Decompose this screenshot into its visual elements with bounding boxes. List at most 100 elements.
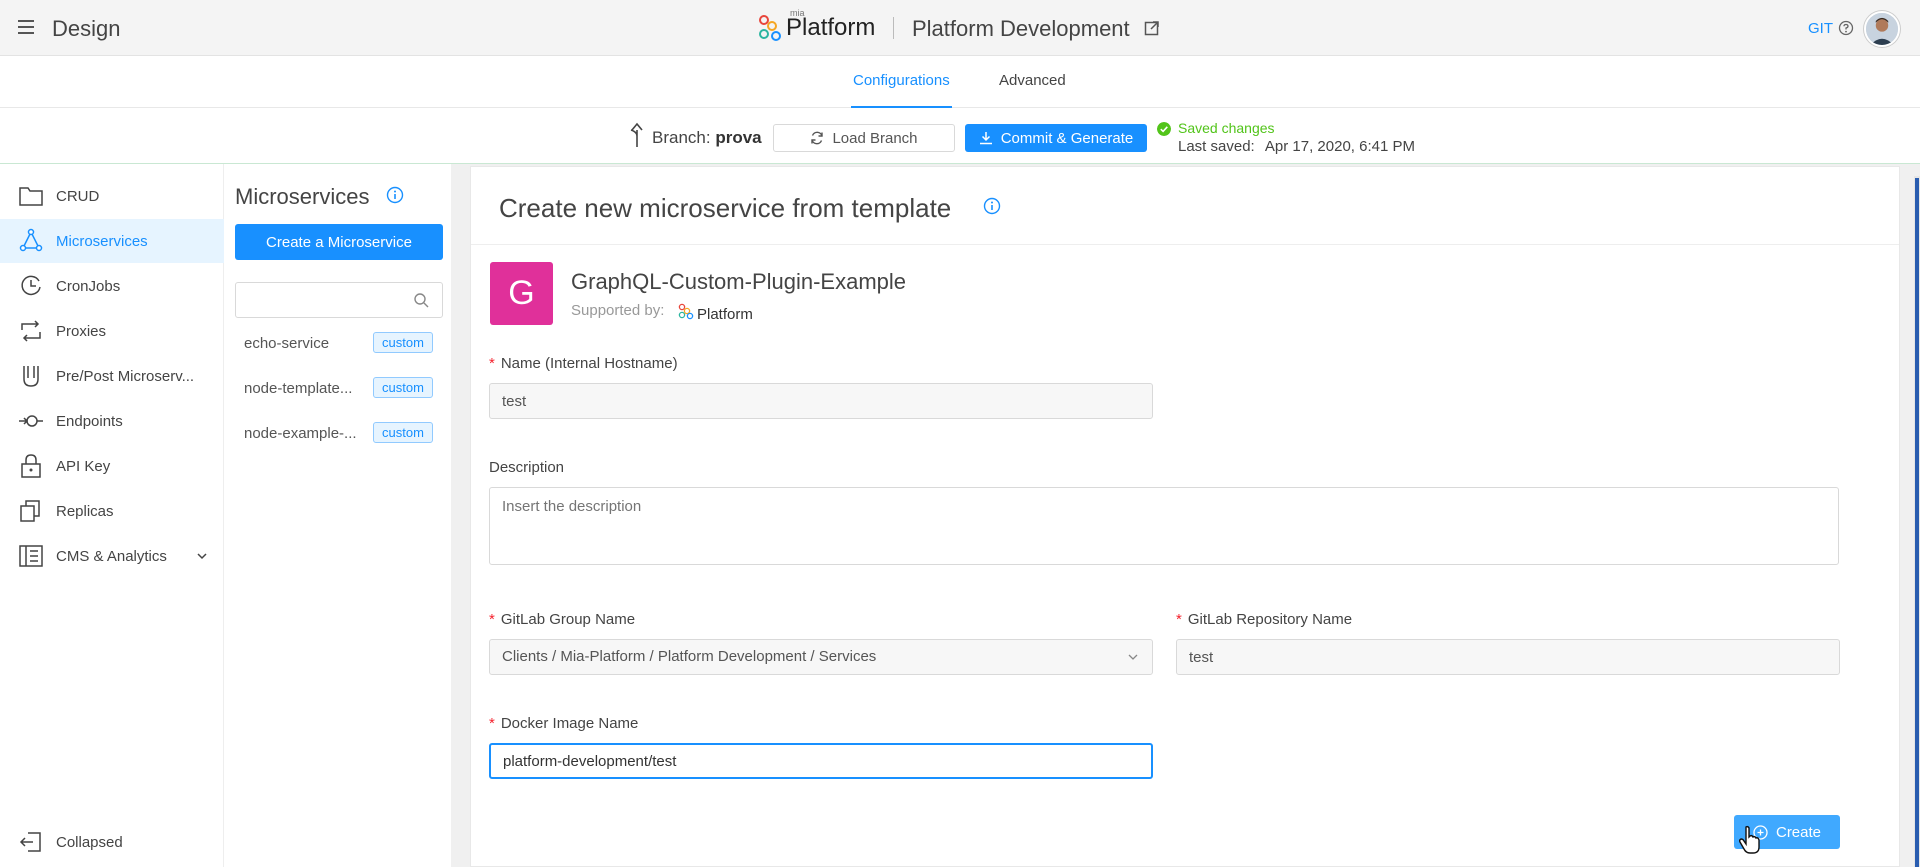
- sidebar-item-cronjobs[interactable]: CronJobs: [0, 264, 224, 308]
- docker-image-label-text: Docker Image Name: [500, 715, 639, 732]
- gitlab-group-select[interactable]: Clients / Mia-Platform / Platform Develo…: [489, 639, 1153, 675]
- search-icon: [414, 293, 429, 308]
- branch-icon: [630, 122, 643, 147]
- create-microservice-card: Create new microservice from template G …: [470, 166, 1900, 867]
- create-label: Create: [1775, 823, 1822, 841]
- cms-icon: [19, 545, 43, 567]
- list-item[interactable]: node-template... custom: [225, 369, 451, 409]
- microservices-panel: Microservices Create a Microservice echo…: [225, 164, 451, 867]
- last-saved: Last saved: Apr 17, 2020, 6:41 PM: [1178, 138, 1415, 155]
- sidebar-item-crud[interactable]: CRUD: [0, 174, 224, 218]
- custom-tag: custom: [373, 377, 433, 398]
- tab-configurations[interactable]: Configurations: [851, 72, 952, 108]
- branch-name: prova: [715, 128, 762, 147]
- proxy-icon: [21, 320, 41, 342]
- project-name: Platform Development: [912, 16, 1130, 41]
- branch-bar: Branch: prova Load Branch Commit & Gener…: [0, 108, 1920, 164]
- collapse-sidebar-button[interactable]: Collapsed: [0, 820, 224, 864]
- microservice-name: node-example-...: [244, 425, 357, 442]
- load-branch-label: Load Branch: [832, 129, 918, 147]
- sidebar-item-endpoints[interactable]: Endpoints: [0, 399, 224, 443]
- menu-icon[interactable]: [18, 20, 34, 34]
- docker-image-label: * Docker Image Name: [489, 715, 639, 732]
- sidebar-item-api-key[interactable]: API Key: [0, 444, 224, 488]
- hook-icon: [23, 366, 39, 387]
- custom-tag: custom: [373, 332, 433, 353]
- collapse-label: Collapsed: [56, 833, 123, 851]
- gitlab-repo-label: * GitLab Repository Name: [1176, 611, 1353, 628]
- sidebar-item-proxies[interactable]: Proxies: [0, 309, 224, 353]
- search-input[interactable]: [235, 282, 443, 318]
- chevron-down-icon: [1128, 654, 1138, 660]
- divider: [893, 17, 894, 39]
- list-item[interactable]: node-example-... custom: [225, 414, 451, 454]
- git-link[interactable]: GIT: [1808, 20, 1833, 37]
- create-microservice-button[interactable]: Create a Microservice: [235, 224, 443, 260]
- gitlab-group-label-text: GitLab Group Name: [500, 611, 636, 628]
- commit-generate-label: Commit & Generate: [1000, 129, 1134, 147]
- microservice-name: echo-service: [244, 335, 330, 352]
- sidebar-item-label: CMS & Analytics: [56, 547, 167, 565]
- sidebar-item-cms-analytics[interactable]: CMS & Analytics: [0, 534, 224, 578]
- description-field[interactable]: [489, 487, 1839, 565]
- sidebar-item-label: Microservices: [56, 232, 148, 250]
- template-name: GraphQL-Custom-Plugin-Example: [571, 269, 907, 294]
- last-saved-value: Apr 17, 2020, 6:41 PM: [1264, 138, 1415, 155]
- check-circle-icon: [1157, 122, 1171, 136]
- sidebar-item-label: API Key: [56, 457, 111, 475]
- sidebar-item-microservices[interactable]: Microservices: [0, 219, 224, 263]
- lock-icon: [21, 454, 41, 478]
- info-icon[interactable]: [983, 197, 1001, 215]
- docker-image-field[interactable]: [489, 743, 1153, 779]
- sidebar-item-replicas[interactable]: Replicas: [0, 489, 224, 533]
- sidebar-item-label: CRUD: [56, 187, 100, 205]
- page-title: Create new microservice from template: [499, 193, 952, 223]
- microservice-name: node-template...: [244, 380, 353, 397]
- microservices-icon: [19, 228, 43, 252]
- gitlab-group-value: Clients / Mia-Platform / Platform Develo…: [502, 648, 877, 665]
- endpoint-icon: [19, 415, 43, 427]
- saved-status: Saved changes: [1178, 120, 1275, 136]
- top-header: Design mia Platform Platform Development…: [0, 0, 1920, 56]
- template-avatar: G: [490, 262, 553, 325]
- help-icon[interactable]: [1838, 20, 1854, 36]
- tab-advanced[interactable]: Advanced: [999, 72, 1066, 108]
- external-link-icon[interactable]: [1144, 20, 1160, 36]
- info-icon[interactable]: [386, 186, 404, 204]
- logo-text: Platform: [786, 14, 876, 41]
- avatar[interactable]: [1864, 11, 1900, 47]
- commit-generate-button[interactable]: Commit & Generate: [965, 124, 1147, 152]
- gitlab-repo-label-text: GitLab Repository Name: [1187, 611, 1353, 628]
- name-field[interactable]: [489, 383, 1153, 419]
- chevron-down-icon: [197, 553, 207, 560]
- supported-by-label: Supported by:: [571, 302, 665, 319]
- clock-icon: [21, 275, 41, 296]
- branch-label: Branch: prova: [652, 128, 762, 148]
- sidebar-item-label: Pre/Post Microserv...: [56, 367, 195, 385]
- sidebar-item-label: CronJobs: [56, 277, 121, 295]
- sidebar-item-pre-post[interactable]: Pre/Post Microserv...: [0, 354, 224, 398]
- scrollbar-thumb[interactable]: [1915, 178, 1919, 867]
- name-label: * Name (Internal Hostname): [489, 355, 678, 372]
- hand-cursor-icon: [1739, 825, 1760, 854]
- app-title: Design: [52, 16, 121, 41]
- custom-tag: custom: [373, 422, 433, 443]
- sync-icon: [811, 131, 824, 145]
- load-branch-button[interactable]: Load Branch: [773, 124, 955, 152]
- sidebar: CRUD Microservices CronJobs Proxies Pre/…: [0, 164, 224, 867]
- list-item[interactable]: echo-service custom: [225, 324, 451, 364]
- description-label: Description: [489, 459, 565, 476]
- card-header: Create new microservice from template: [471, 167, 1899, 245]
- gitlab-repo-field[interactable]: [1176, 639, 1840, 675]
- microservices-title: Microservices: [235, 184, 370, 209]
- download-icon: [979, 132, 992, 145]
- sidebar-item-label: Replicas: [56, 502, 114, 520]
- folder-icon: [19, 187, 43, 206]
- tabs-bar: Configurations Advanced: [0, 56, 1920, 108]
- sidebar-item-label: Proxies: [56, 322, 107, 340]
- gitlab-group-label: * GitLab Group Name: [489, 611, 636, 628]
- collapse-icon: [19, 832, 41, 852]
- branch-prefix: Branch:: [652, 128, 711, 147]
- last-saved-label: Last saved:: [1178, 138, 1255, 155]
- copy-icon: [20, 500, 40, 522]
